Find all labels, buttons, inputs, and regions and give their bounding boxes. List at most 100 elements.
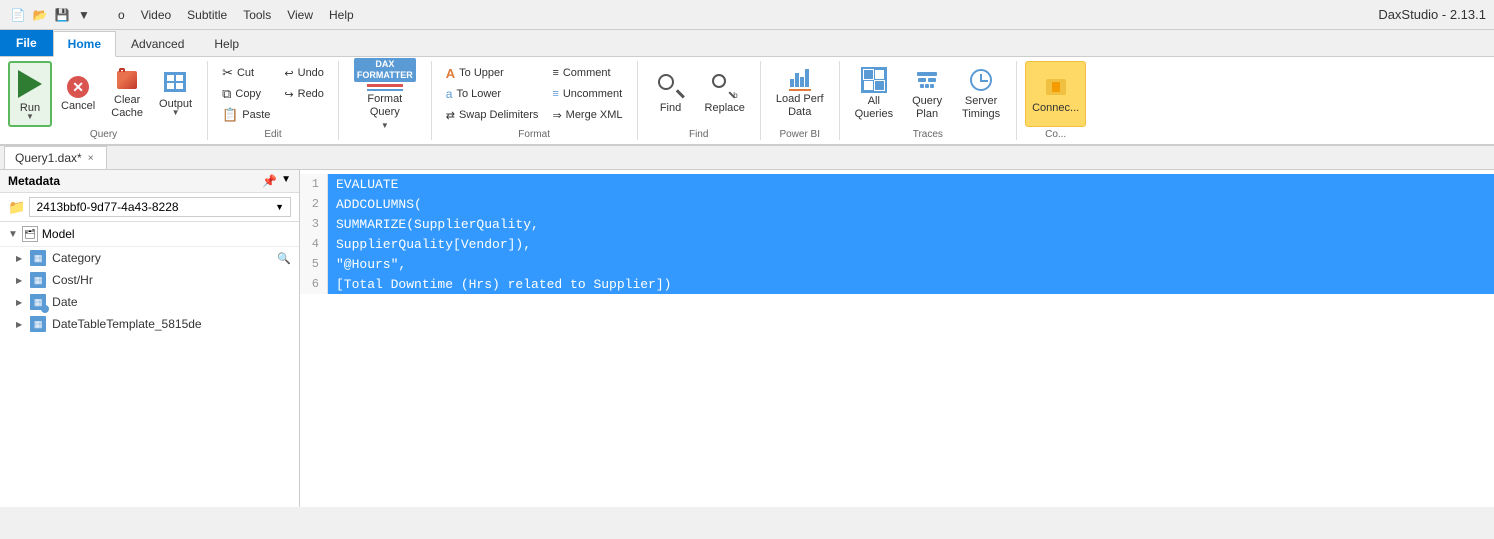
- line-num-5: 5: [300, 254, 328, 274]
- line-num-3: 3: [300, 214, 328, 234]
- tab-home[interactable]: Home: [53, 31, 116, 57]
- menu-o[interactable]: o: [110, 6, 133, 24]
- find-group-content: Find b Replace: [646, 61, 752, 127]
- undo-icon: ↩: [284, 67, 293, 80]
- tab-help[interactable]: Help: [199, 30, 254, 56]
- open-button[interactable]: 📂: [30, 5, 50, 25]
- menu-bar-area: 📄 📂 💾 ▼ o Video Subtitle Tools View Help: [8, 5, 362, 25]
- comment-button[interactable]: ≡ Comment: [546, 63, 628, 83]
- dax-format-dropdown[interactable]: ▼: [381, 121, 389, 130]
- undo-label: Undo: [298, 67, 324, 79]
- tab-advanced[interactable]: Advanced: [116, 30, 199, 56]
- load-perf-data-button[interactable]: Load PerfData: [769, 61, 831, 127]
- line-3-text: SUMMARIZE(SupplierQuality,: [336, 217, 539, 232]
- category-search-icon[interactable]: 🔍: [277, 252, 291, 265]
- model-expand-icon[interactable]: ▼: [8, 229, 18, 240]
- connect-group-content: Connec...: [1025, 61, 1086, 127]
- dax-format-button[interactable]: DAXFORMATTER FormatQuery ▼: [347, 61, 423, 127]
- server-timings-button[interactable]: ServerTimings: [954, 61, 1008, 127]
- paste-button[interactable]: 📋 Paste: [216, 105, 276, 125]
- format-col2: ≡ Comment ≡ Uncomment ⇒ Merge XML: [546, 61, 628, 125]
- sidebar-dropdown-icon[interactable]: ▼: [281, 174, 291, 188]
- copy-button[interactable]: ⧉ Copy: [216, 84, 276, 104]
- bar2: [795, 73, 799, 87]
- clear-cache-icon: [115, 68, 139, 92]
- merge-label: Merge XML: [566, 109, 623, 121]
- run-dropdown-arrow[interactable]: ▼: [26, 112, 34, 121]
- to-upper-label: To Upper: [459, 67, 504, 79]
- code-line-6: 6 [Total Downtime (Hrs) related to Suppl…: [300, 274, 1494, 294]
- qa-dropdown[interactable]: ▼: [74, 5, 94, 25]
- clear-cache-label: ClearCache: [111, 94, 143, 120]
- redo-button[interactable]: ↪ Redo: [278, 84, 330, 104]
- ribbon-tabs-row: File Home Advanced Help: [0, 30, 1494, 57]
- code-line-5: 5 "@Hours",: [300, 254, 1494, 274]
- dax-format-label: FormatQuery: [367, 93, 402, 119]
- app-title: DaxStudio - 2.13.1: [1378, 7, 1486, 22]
- tab-file[interactable]: File: [0, 30, 53, 56]
- new-button[interactable]: 📄: [8, 5, 28, 25]
- connect-button[interactable]: Connec...: [1025, 61, 1086, 127]
- code-line-1: 1 EVALUATE: [300, 174, 1494, 194]
- line-num-1: 1: [300, 174, 328, 194]
- dax-format-icon: DAXFORMATTER: [354, 58, 416, 91]
- sidebar-pin-icon[interactable]: 📌: [262, 174, 277, 188]
- cancel-button[interactable]: ✕ Cancel: [54, 61, 102, 127]
- menu-video[interactable]: Video: [133, 6, 179, 24]
- line-num-6: 6: [300, 274, 328, 294]
- sidebar-item-date[interactable]: ▶ ▦ Date: [0, 291, 299, 313]
- keyword-evaluate: EVALUATE: [336, 177, 398, 192]
- menu-subtitle[interactable]: Subtitle: [179, 6, 235, 24]
- datetable-icon: ▦: [30, 316, 46, 332]
- edit-col2: ↩ Undo ↪ Redo: [278, 61, 330, 104]
- sidebar-item-datetabletemplate[interactable]: ▶ ▦ DateTableTemplate_5815de: [0, 313, 299, 335]
- replace-button[interactable]: b Replace: [698, 61, 752, 127]
- to-lower-button[interactable]: a To Lower: [440, 84, 545, 104]
- clear-cache-button[interactable]: ClearCache: [104, 61, 150, 127]
- editor-area[interactable]: 1 EVALUATE 2 ADDCOLUMNS( 3 SUMMARIZE(Sup…: [300, 170, 1494, 507]
- menu-tools[interactable]: Tools: [235, 6, 279, 24]
- connect-label: Connec...: [1032, 102, 1079, 114]
- sidebar-item-costhr[interactable]: ▶ ▦ Cost/Hr: [0, 269, 299, 291]
- connection-folder-icon: 📁: [8, 199, 25, 216]
- to-upper-button[interactable]: A To Upper: [440, 63, 545, 83]
- all-queries-button[interactable]: AllQueries: [848, 61, 901, 127]
- sidebar-item-category[interactable]: ▶ ▦ Category 🔍: [0, 247, 299, 269]
- edit-group-label: Edit: [216, 127, 330, 140]
- doc-tab-close[interactable]: ×: [86, 153, 96, 164]
- connection-dropdown-icon[interactable]: ▼: [275, 202, 284, 212]
- date-label: Date: [52, 295, 77, 309]
- uncomment-label: Uncomment: [563, 88, 622, 100]
- datetable-chevron: ▶: [16, 320, 22, 329]
- dax-format-content: DAXFORMATTER FormatQuery ▼: [347, 61, 423, 138]
- undo-button[interactable]: ↩ Undo: [278, 63, 330, 83]
- cut-button[interactable]: ✂ Cut: [216, 63, 276, 83]
- format-col1: A To Upper a To Lower ⇄ Swap Delimiters: [440, 61, 545, 125]
- line-num-2: 2: [300, 194, 328, 214]
- cancel-icon: ✕: [67, 76, 89, 98]
- comment-label: Comment: [563, 67, 611, 79]
- menu-help[interactable]: Help: [321, 6, 362, 24]
- main-area: Metadata 📌 ▼ 📁 2413bbf0-9d77-4a43-8228 ▼…: [0, 170, 1494, 507]
- menu-view[interactable]: View: [279, 6, 321, 24]
- date-table-icon: ▦: [30, 294, 46, 310]
- uncomment-button[interactable]: ≡ Uncomment: [546, 84, 628, 104]
- save-button[interactable]: 💾: [52, 5, 72, 25]
- output-button[interactable]: Output ▼: [152, 61, 199, 127]
- dax-format-group-label: [347, 138, 423, 140]
- ribbon-tabs: Home Advanced Help: [53, 30, 254, 56]
- connection-selector[interactable]: 2413bbf0-9d77-4a43-8228 ▼: [29, 197, 291, 217]
- line-content-3: SUMMARIZE(SupplierQuality,: [328, 214, 1494, 234]
- query-plan-icon: [914, 67, 940, 93]
- uncomment-icon: ≡: [552, 88, 558, 100]
- costhr-table-icon: ▦: [30, 272, 46, 288]
- redo-label: Redo: [298, 88, 324, 100]
- ribbon: Run ▼ ✕ Cancel ClearCache: [0, 57, 1494, 146]
- run-button[interactable]: Run ▼: [8, 61, 52, 127]
- swap-delimiters-button[interactable]: ⇄ Swap Delimiters: [440, 105, 545, 125]
- merge-xml-button[interactable]: ⇒ Merge XML: [546, 105, 628, 125]
- doc-tab-query1[interactable]: Query1.dax* ×: [4, 146, 107, 169]
- query-plan-button[interactable]: QueryPlan: [902, 61, 952, 127]
- find-button[interactable]: Find: [646, 61, 696, 127]
- output-dropdown-arrow[interactable]: ▼: [172, 108, 180, 117]
